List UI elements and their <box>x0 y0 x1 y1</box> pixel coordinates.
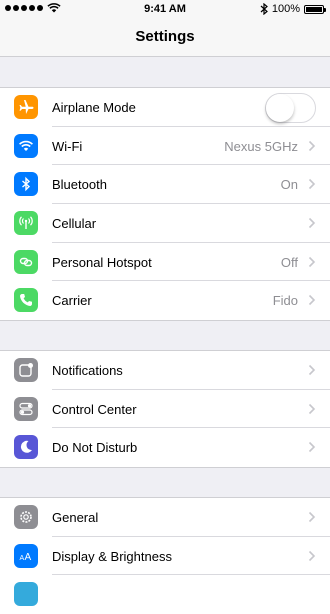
chevron-right-icon <box>308 179 316 190</box>
row-bluetooth[interactable]: Bluetooth On <box>0 165 330 205</box>
wifi-icon <box>14 133 38 158</box>
row-notifications[interactable]: Notifications <box>0 351 330 390</box>
row-do-not-disturb[interactable]: Do Not Disturb <box>0 428 330 467</box>
bluetooth-status-icon <box>260 3 268 15</box>
row-label: Wi-Fi <box>52 138 83 154</box>
page-title: Settings <box>135 28 195 45</box>
hotspot-icon <box>14 249 38 274</box>
chevron-right-icon <box>308 403 316 414</box>
row-general[interactable]: General <box>0 498 330 537</box>
row-control-center[interactable]: Control Center <box>0 390 330 429</box>
chevron-right-icon <box>308 550 316 561</box>
row-label: Carrier <box>52 293 92 309</box>
row-display-brightness[interactable]: A A Display & Brightness <box>0 537 330 576</box>
chevron-right-icon <box>308 256 316 267</box>
row-value: On <box>280 177 298 193</box>
navigation-bar: Settings <box>0 20 330 57</box>
chevron-right-icon <box>308 140 316 151</box>
bluetooth-icon <box>14 172 38 197</box>
row-label: Control Center <box>52 401 137 417</box>
gear-icon <box>14 505 38 529</box>
moon-icon <box>14 435 38 460</box>
settings-group-general: General A A Display & Brightness <box>0 497 330 614</box>
display-icon: A A <box>14 543 38 568</box>
chevron-right-icon <box>308 511 316 523</box>
row-partial[interactable] <box>0 575 330 614</box>
row-label: Notifications <box>52 363 123 378</box>
row-label: Display & Brightness <box>52 548 172 564</box>
control-center-icon <box>14 396 38 421</box>
row-label: Cellular <box>52 216 97 232</box>
svg-text:A: A <box>25 552 32 563</box>
row-label: Airplane Mode <box>52 100 136 115</box>
battery-icon <box>304 4 326 14</box>
status-bar: 9:41 AM 100% <box>0 0 330 20</box>
row-label: Bluetooth <box>52 177 107 193</box>
row-value: Nexus 5GHz <box>224 138 298 154</box>
row-carrier[interactable]: Carrier Fido <box>0 281 330 320</box>
phone-icon <box>14 288 38 313</box>
cellular-icon <box>14 211 38 236</box>
row-value: Off <box>280 254 298 270</box>
chevron-right-icon <box>308 442 316 453</box>
row-personal-hotspot[interactable]: Personal Hotspot Off <box>0 243 330 282</box>
row-label: Do Not Disturb <box>52 440 138 456</box>
row-cellular[interactable]: Cellular <box>0 204 330 243</box>
wallpaper-icon <box>14 582 38 607</box>
row-airplane-mode[interactable]: Airplane Mode <box>0 88 330 127</box>
row-value: Fido <box>272 293 298 309</box>
row-wifi[interactable]: Wi-Fi Nexus 5GHz <box>0 127 330 166</box>
notifications-icon <box>14 358 38 382</box>
airplane-icon <box>14 95 38 119</box>
chevron-right-icon <box>308 217 316 229</box>
row-label: Personal Hotspot <box>52 254 152 270</box>
chevron-right-icon <box>308 364 316 376</box>
chevron-right-icon <box>308 295 316 306</box>
airplane-mode-toggle[interactable] <box>265 93 316 123</box>
status-right: 100% <box>260 3 326 15</box>
toggle-knob <box>266 94 294 122</box>
row-label: General <box>52 510 99 525</box>
settings-group-notifications: Notifications Control Center Do Not Dist… <box>0 350 330 469</box>
battery-percent: 100% <box>271 3 300 15</box>
settings-group-connectivity: Airplane Mode Wi-Fi Nexus 5GHz Bluetooth… <box>0 87 330 322</box>
